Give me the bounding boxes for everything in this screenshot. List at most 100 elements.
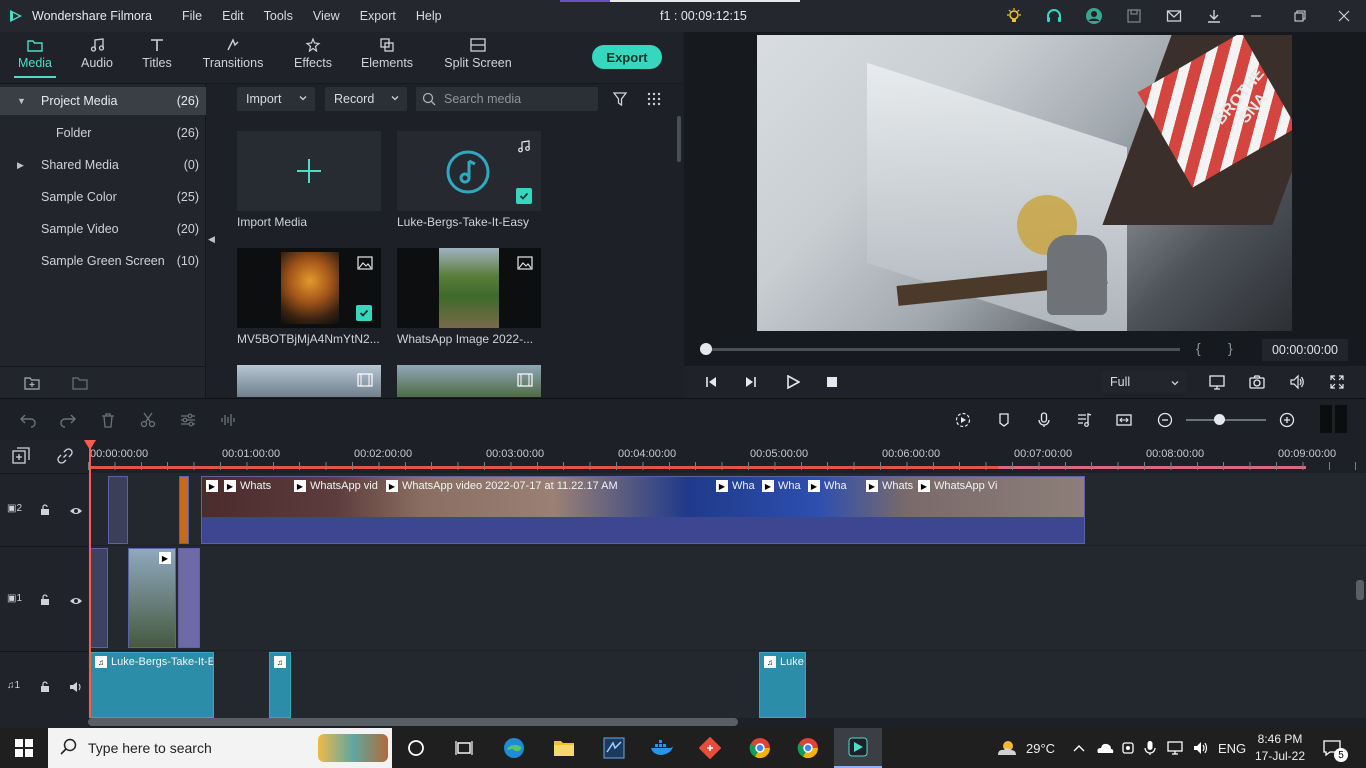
preview-scrubber[interactable] xyxy=(700,348,1180,351)
add-track-icon[interactable] xyxy=(12,447,30,468)
windows-start-icon[interactable] xyxy=(0,728,48,768)
grid-view-icon[interactable] xyxy=(646,91,662,107)
link-icon[interactable] xyxy=(56,447,74,468)
tab-titles[interactable]: Titles xyxy=(137,38,177,70)
fullscreen-icon[interactable] xyxy=(1329,374,1345,393)
device-icon[interactable] xyxy=(1120,728,1136,768)
filter-icon[interactable] xyxy=(612,91,628,107)
search-input[interactable]: Search media xyxy=(416,87,598,111)
network-icon[interactable] xyxy=(1166,728,1184,768)
menu-tools[interactable]: Tools xyxy=(264,9,293,23)
display-settings-icon[interactable] xyxy=(1209,374,1225,393)
tab-elements[interactable]: Elements xyxy=(358,38,416,70)
video-preview[interactable]: BROTHE SNA xyxy=(757,35,1292,331)
shark-app-icon[interactable] xyxy=(590,728,638,768)
zoom-dropdown[interactable]: Full xyxy=(1102,371,1186,393)
account-icon[interactable] xyxy=(1074,0,1114,32)
fit-timeline-icon[interactable] xyxy=(1116,412,1132,431)
menu-view[interactable]: View xyxy=(313,9,340,23)
video-clip[interactable] xyxy=(108,476,128,544)
minimize-icon[interactable] xyxy=(1234,0,1278,32)
menu-edit[interactable]: Edit xyxy=(222,9,244,23)
video-track-1[interactable]: ▶ xyxy=(88,546,1366,650)
file-explorer-icon[interactable] xyxy=(540,728,588,768)
zoom-slider-handle[interactable] xyxy=(1214,414,1225,425)
chevron-up-icon[interactable] xyxy=(1072,728,1086,768)
adjust-icon[interactable] xyxy=(180,412,196,431)
collapse-sidebar-icon[interactable]: ◀ xyxy=(208,234,215,245)
language-indicator[interactable]: ENG xyxy=(1218,728,1246,768)
task-view-icon[interactable] xyxy=(440,728,488,768)
mark-out-button[interactable]: } xyxy=(1228,340,1233,356)
sidebar-item-project-media[interactable]: ▼ Project Media (26) xyxy=(0,87,206,115)
bulb-icon[interactable] xyxy=(994,0,1034,32)
volume-icon[interactable] xyxy=(1289,374,1305,393)
audio-clip[interactable]: ♫ Luke xyxy=(759,652,806,718)
filmora-taskbar-icon[interactable] xyxy=(834,728,882,768)
menu-export[interactable]: Export xyxy=(360,9,396,23)
playhead[interactable] xyxy=(89,440,91,718)
clock[interactable]: 8:46 PM 17-Jul-22 xyxy=(1252,728,1308,768)
scrubber-handle[interactable] xyxy=(700,343,712,355)
expand-right-icon[interactable]: ▶ xyxy=(17,160,24,171)
timeline-vertical-scrollbar[interactable] xyxy=(1356,580,1364,600)
speaker-icon[interactable] xyxy=(69,681,83,696)
delete-icon[interactable] xyxy=(100,412,116,431)
weather-icon[interactable] xyxy=(996,728,1018,768)
audio-wave-icon[interactable] xyxy=(220,412,236,431)
speaker-icon[interactable] xyxy=(1192,728,1210,768)
lock-icon[interactable] xyxy=(40,594,50,609)
cut-icon[interactable] xyxy=(140,412,156,431)
record-dropdown[interactable]: Record xyxy=(325,87,407,111)
media-item-audio[interactable] xyxy=(397,131,541,211)
expand-down-icon[interactable]: ▼ xyxy=(17,96,26,106)
menu-help[interactable]: Help xyxy=(416,9,442,23)
render-icon[interactable] xyxy=(955,412,971,431)
timeline-horizontal-scrollbar[interactable] xyxy=(88,718,738,726)
video-clip[interactable]: ▶ xyxy=(128,548,176,648)
audio-mixer-icon[interactable] xyxy=(1076,412,1092,431)
step-back-icon[interactable] xyxy=(704,375,718,392)
sidebar-item-sample-video[interactable]: Sample Video (20) xyxy=(0,215,206,243)
sidebar-item-sample-color[interactable]: Sample Color (25) xyxy=(0,183,206,211)
media-item-image[interactable] xyxy=(237,248,381,328)
close-icon[interactable] xyxy=(1322,0,1366,32)
snapshot-icon[interactable] xyxy=(1249,374,1265,393)
image-clip[interactable] xyxy=(179,476,189,544)
visibility-eye-icon[interactable] xyxy=(69,505,83,519)
cortana-icon[interactable] xyxy=(392,728,440,768)
video-clip[interactable] xyxy=(90,548,108,648)
mail-icon[interactable] xyxy=(1154,0,1194,32)
video-track-2[interactable]: ▶ ▶ Whats ▶ WhatsApp vid ▶ WhatsApp video 2… xyxy=(88,473,1366,545)
folder-icon[interactable] xyxy=(72,376,88,390)
timeline-ruler[interactable]: 00:00:00:00 00:01:00:00 00:02:00:00 00:0… xyxy=(88,440,1366,472)
sidebar-item-sample-green-screen[interactable]: Sample Green Screen (10) xyxy=(0,247,206,275)
import-media-tile[interactable] xyxy=(237,131,381,211)
edge-browser-icon[interactable] xyxy=(490,728,538,768)
download-icon[interactable] xyxy=(1194,0,1234,32)
menu-file[interactable]: File xyxy=(182,9,202,23)
onedrive-cloud-icon[interactable] xyxy=(1096,728,1114,768)
headset-support-icon[interactable] xyxy=(1034,0,1074,32)
chrome-icon[interactable] xyxy=(784,728,832,768)
lock-icon[interactable] xyxy=(40,681,50,696)
audio-clip[interactable]: ♫ xyxy=(269,652,291,718)
taskbar-search-input[interactable]: Type here to search xyxy=(48,728,392,768)
sidebar-item-folder[interactable]: Folder (26) xyxy=(0,119,206,147)
tab-transitions[interactable]: Transitions xyxy=(202,38,264,70)
audio-track-1[interactable]: ♫ Luke-Bergs-Take-It-E ♫ ♫ Luke xyxy=(88,651,1366,718)
new-folder-icon[interactable] xyxy=(24,376,40,390)
stop-icon[interactable] xyxy=(826,376,838,391)
media-item-video[interactable] xyxy=(237,365,381,397)
marker-icon[interactable] xyxy=(996,412,1012,431)
tab-effects[interactable]: Effects xyxy=(290,38,336,70)
audio-clip[interactable]: ♫ Luke-Bergs-Take-It-E xyxy=(90,652,214,718)
zoom-out-icon[interactable] xyxy=(1157,412,1173,431)
save-icon[interactable] xyxy=(1114,0,1154,32)
play-frame-icon[interactable] xyxy=(744,375,758,392)
play-icon[interactable] xyxy=(786,374,801,392)
import-dropdown[interactable]: Import xyxy=(237,87,315,111)
media-item-image[interactable] xyxy=(397,248,541,328)
media-item-video[interactable] xyxy=(397,365,541,397)
video-clip-group[interactable]: ▶ ▶ Whats ▶ WhatsApp vid ▶ WhatsApp video 2… xyxy=(201,476,1085,544)
